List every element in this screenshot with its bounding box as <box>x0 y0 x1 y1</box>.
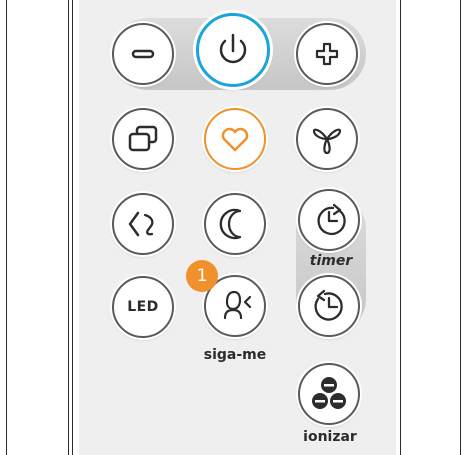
power-button[interactable] <box>196 13 270 87</box>
left-outer-border <box>6 0 7 455</box>
right-outer-border <box>460 0 461 455</box>
sleep-button[interactable] <box>204 193 266 255</box>
swing-icon <box>128 211 154 237</box>
follow-me-label: siga-me <box>203 347 267 363</box>
timer-label: timer <box>309 253 353 269</box>
swing-button[interactable] <box>112 193 174 255</box>
plus-icon <box>315 42 339 66</box>
left-panel-border <box>72 0 73 455</box>
power-icon <box>219 33 247 64</box>
follow-me-icon <box>223 290 252 320</box>
windows-icon <box>128 125 158 152</box>
led-icon: LED <box>127 299 159 315</box>
heart-icon <box>221 127 249 152</box>
timer-off-icon <box>314 289 343 321</box>
ionizer-button[interactable] <box>298 363 360 425</box>
ionizer-label: ionizar <box>303 429 357 445</box>
minus-icon <box>131 49 155 59</box>
step-badge: 1 <box>186 260 218 292</box>
plus-button[interactable] <box>296 23 358 85</box>
favorite-button[interactable] <box>204 108 266 170</box>
right-inner-border <box>400 0 401 455</box>
timer-on-button[interactable] <box>298 189 360 251</box>
left-inner-border <box>68 0 69 455</box>
windows-button[interactable] <box>112 108 174 170</box>
moon-icon <box>219 208 242 240</box>
fan-icon <box>312 128 342 155</box>
timer-on-icon <box>317 203 346 236</box>
led-button[interactable]: LED <box>112 276 174 338</box>
fan-button[interactable] <box>296 108 358 170</box>
ionizer-icon <box>312 377 346 409</box>
timer-off-button[interactable] <box>298 275 360 337</box>
minus-button[interactable] <box>112 23 174 85</box>
